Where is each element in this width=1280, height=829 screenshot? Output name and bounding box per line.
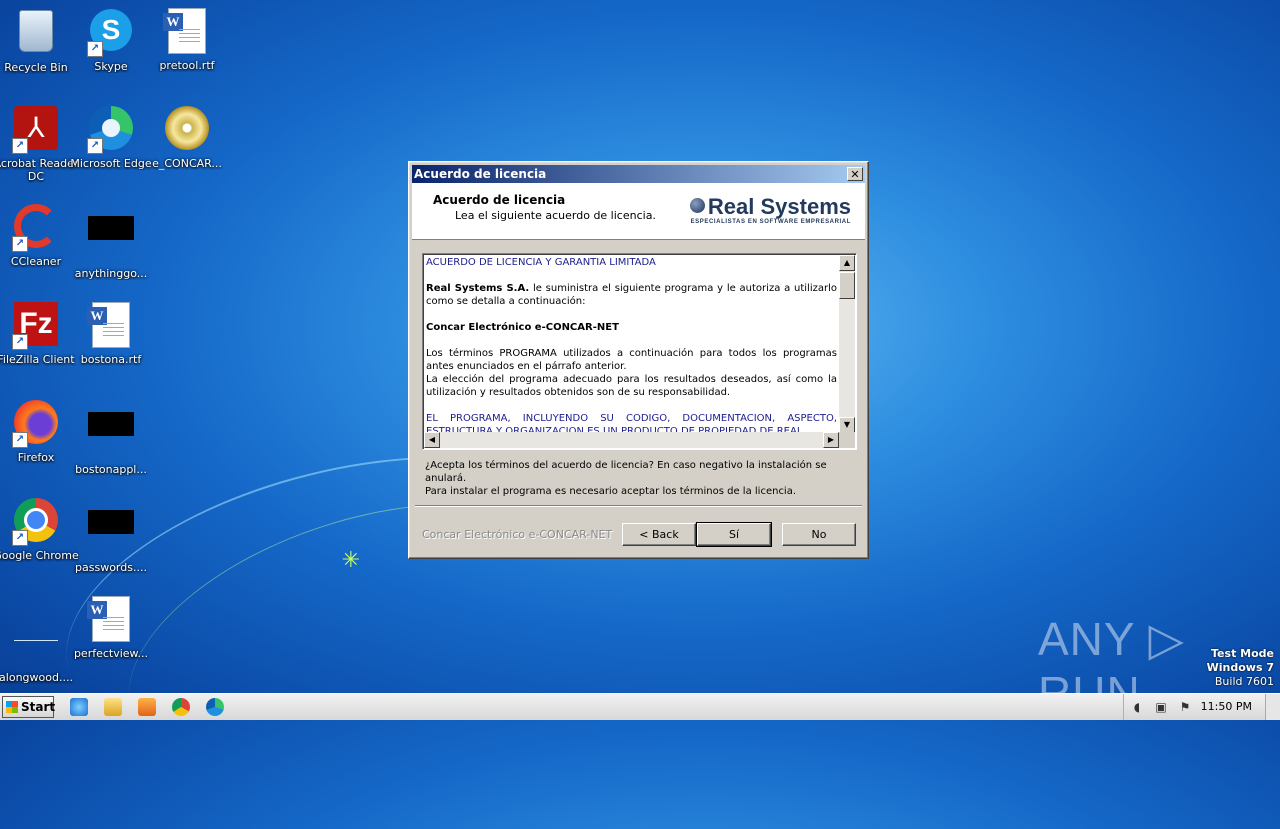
- accept-question: ¿Acepta los términos del acuerdo de lice…: [425, 459, 868, 498]
- start-button[interactable]: Start: [2, 696, 55, 718]
- desktop-icon-label: anythinggo...: [74, 267, 148, 280]
- scroll-right-button[interactable]: ▶: [823, 432, 839, 448]
- header-title: Acuerdo de licencia: [433, 193, 566, 207]
- action-center-flag-icon[interactable]: ⚑: [1178, 700, 1192, 714]
- desktop-icon-label: perfectview...: [73, 647, 149, 660]
- arrow-right-icon: ▶: [827, 435, 835, 444]
- scroll-corner: [839, 432, 855, 448]
- black-thumbnail-icon: [87, 412, 135, 460]
- filezilla-icon: Fz ↗: [12, 302, 60, 350]
- close-icon: ✕: [850, 168, 860, 181]
- scroll-thumb[interactable]: [839, 272, 855, 299]
- system-tray: ◖ ▣ ⚑ 11:50 PM: [1123, 694, 1280, 720]
- edge-icon[interactable]: [206, 698, 224, 716]
- dialog-header: Acuerdo de licencia Lea el siguiente acu…: [412, 183, 865, 240]
- back-button[interactable]: < Back: [622, 523, 696, 546]
- license-paragraph: Los términos PROGRAMA utilizados a conti…: [426, 348, 837, 372]
- word-document-icon: W: [87, 596, 135, 644]
- desktop-icon-bostona[interactable]: W bostona.rtf: [68, 300, 154, 366]
- volume-icon[interactable]: ◖: [1130, 700, 1144, 714]
- black-thumbnail-icon: [87, 216, 135, 264]
- desktop-icon-e-concar[interactable]: e_CONCAR...: [144, 104, 230, 170]
- desktop-icon-label: passwords....: [75, 561, 147, 574]
- skype-icon: S ↗: [87, 9, 135, 57]
- license-text-area[interactable]: ACUERDO DE LICENCIA Y GARANTIA LIMITADA …: [422, 253, 857, 450]
- yes-button[interactable]: Sí: [696, 522, 772, 547]
- company-name: Real Systems S.A.: [426, 283, 530, 294]
- arrow-left-icon: ◀: [428, 435, 436, 444]
- wallpaper-sprite: ✳: [341, 548, 361, 573]
- no-button[interactable]: No: [782, 523, 856, 546]
- desktop-icon-label: e_CONCAR...: [152, 157, 222, 170]
- horizontal-scrollbar[interactable]: ◀ ▶: [424, 432, 839, 448]
- os-label: Windows 7: [1206, 661, 1274, 674]
- scroll-left-button[interactable]: ◀: [424, 432, 440, 448]
- ccleaner-icon: ↗: [12, 204, 60, 252]
- desktop-icon-edge[interactable]: ↗ Microsoft Edge: [68, 104, 154, 170]
- recycle-bin-icon: [12, 10, 60, 58]
- real-systems-logo: Real Systems ESPECIALISTAS EN SOFTWARE E…: [689, 194, 851, 225]
- chrome-icon: ↗: [12, 498, 60, 546]
- desktop-icon-passwords[interactable]: passwords....: [68, 496, 154, 574]
- show-desktop-button[interactable]: [1265, 694, 1280, 720]
- desktop-icon-label: bostonappl...: [75, 463, 147, 476]
- blank-file-icon: [12, 620, 60, 668]
- clock[interactable]: 11:50 PM: [1201, 700, 1252, 713]
- dialog-title: Acuerdo de licencia: [414, 167, 547, 181]
- acrobat-icon: ⅄ ↗: [12, 106, 60, 154]
- product-footer-label: Concar Electrónico e-CONCAR-NET: [422, 528, 613, 541]
- license-paragraph: EL PROGRAMA, INCLUYENDO SU CODIGO, DOCUM…: [426, 413, 837, 432]
- desktop-icon-label: pretool.rtf: [159, 59, 215, 72]
- license-text: ACUERDO DE LICENCIA Y GARANTIA LIMITADA …: [426, 256, 837, 432]
- dialog-titlebar[interactable]: Acuerdo de licencia ✕: [412, 165, 865, 183]
- logo-name: Real Systems: [707, 194, 851, 219]
- file-explorer-icon[interactable]: [104, 698, 122, 716]
- desktop-icon-skype[interactable]: S ↗ Skype: [68, 6, 154, 73]
- media-player-icon[interactable]: [138, 698, 156, 716]
- separator: [415, 505, 862, 507]
- setup-disc-icon: [163, 106, 211, 154]
- desktop-icon-label: Microsoft Edge: [70, 157, 152, 170]
- black-thumbnail-icon: [87, 510, 135, 558]
- license-heading: ACUERDO DE LICENCIA Y GARANTIA LIMITADA: [426, 257, 656, 268]
- license-dialog: Acuerdo de licencia ✕ Acuerdo de licenci…: [408, 161, 869, 559]
- logo-tagline: ESPECIALISTAS EN SOFTWARE EMPRESARIAL: [690, 219, 851, 225]
- word-document-icon: W: [163, 8, 211, 56]
- vertical-scrollbar[interactable]: ▲ ▼: [839, 255, 855, 433]
- close-button[interactable]: ✕: [847, 167, 863, 181]
- desktop-icon-label: bostona.rtf: [80, 353, 142, 366]
- network-icon[interactable]: ▣: [1154, 700, 1168, 714]
- scroll-up-button[interactable]: ▲: [839, 255, 855, 271]
- build-label: Build 7601: [1214, 675, 1274, 688]
- firefox-icon: ↗: [12, 400, 60, 448]
- arrow-down-icon: ▼: [843, 420, 851, 429]
- edge-icon: ↗: [87, 106, 135, 154]
- desktop-icon-label: alongwood....: [0, 671, 73, 684]
- desktop-icon-label: Skype: [94, 60, 128, 73]
- internet-explorer-icon[interactable]: [70, 698, 88, 716]
- word-document-icon: W: [87, 302, 135, 350]
- product-name: Concar Electrónico e-CONCAR-NET: [426, 322, 619, 333]
- header-subtitle: Lea el siguiente acuerdo de licencia.: [455, 209, 656, 222]
- desktop-icon-bostonappl[interactable]: bostonappl...: [68, 398, 154, 476]
- test-mode-notice: Test Mode Windows 7 Build 7601: [1207, 647, 1274, 689]
- taskbar: Start ◖ ▣ ⚑ 11:50 PM: [0, 693, 1280, 720]
- desktop-icon-anythinggo[interactable]: anythinggo...: [68, 202, 154, 280]
- globe-icon: [689, 198, 705, 213]
- desktop-icon-pretool[interactable]: W pretool.rtf: [144, 6, 230, 72]
- desktop-icon-perfectview[interactable]: W perfectview...: [68, 594, 154, 660]
- license-paragraph: La elección del programa adecuado para l…: [426, 374, 837, 398]
- test-mode-label: Test Mode: [1211, 647, 1274, 660]
- question-line: ¿Acepta los términos del acuerdo de lice…: [425, 460, 827, 484]
- chrome-icon[interactable]: [172, 698, 190, 716]
- scroll-down-button[interactable]: ▼: [839, 417, 855, 433]
- question-line: Para instalar el programa es necesario a…: [425, 486, 797, 497]
- arrow-up-icon: ▲: [843, 258, 851, 267]
